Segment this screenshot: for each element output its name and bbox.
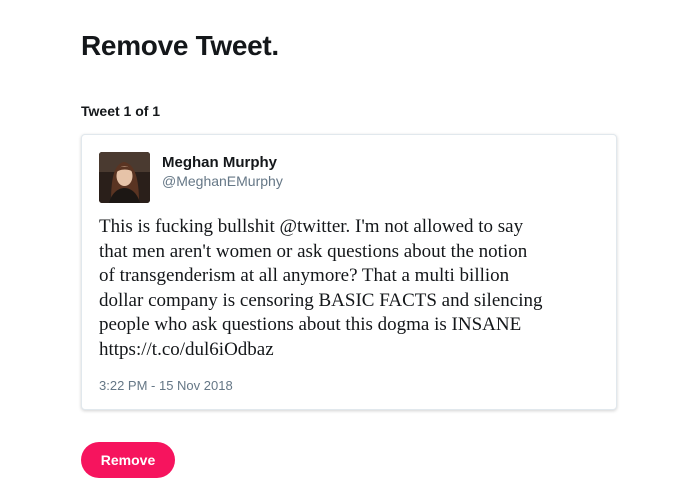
tweet-text: This is fucking bullshit @twitter. I'm n… (99, 215, 604, 362)
tweet-link[interactable]: https://t.co/dul6iOdbaz (99, 338, 604, 363)
remove-button[interactable]: Remove (81, 442, 175, 478)
author-handle[interactable]: @MeghanEMurphy (162, 173, 283, 189)
tweet-text-line: that men aren't women or ask questions a… (99, 240, 528, 262)
page-title: Remove Tweet. (81, 30, 279, 61)
tweet-text-line: people who ask questions about this dogm… (99, 314, 522, 335)
avatar[interactable] (99, 152, 150, 203)
tweet-card: Meghan Murphy @MeghanEMurphy This is fuc… (81, 134, 617, 410)
tweet-text-line: dollar company is censoring BASIC FACTS … (99, 289, 543, 311)
tweet-counter: Tweet 1 of 1 (81, 103, 161, 119)
tweet-text-line: This is fucking bullshit @twitter. I'm n… (99, 216, 524, 237)
profile-photo-icon (99, 152, 150, 203)
tweet-text-line: of transgenderism at all anymore? That a… (99, 265, 510, 286)
author-name[interactable]: Meghan Murphy (162, 154, 277, 171)
tweet-timestamp[interactable]: 3:22 PM - 15 Nov 2018 (99, 378, 233, 393)
